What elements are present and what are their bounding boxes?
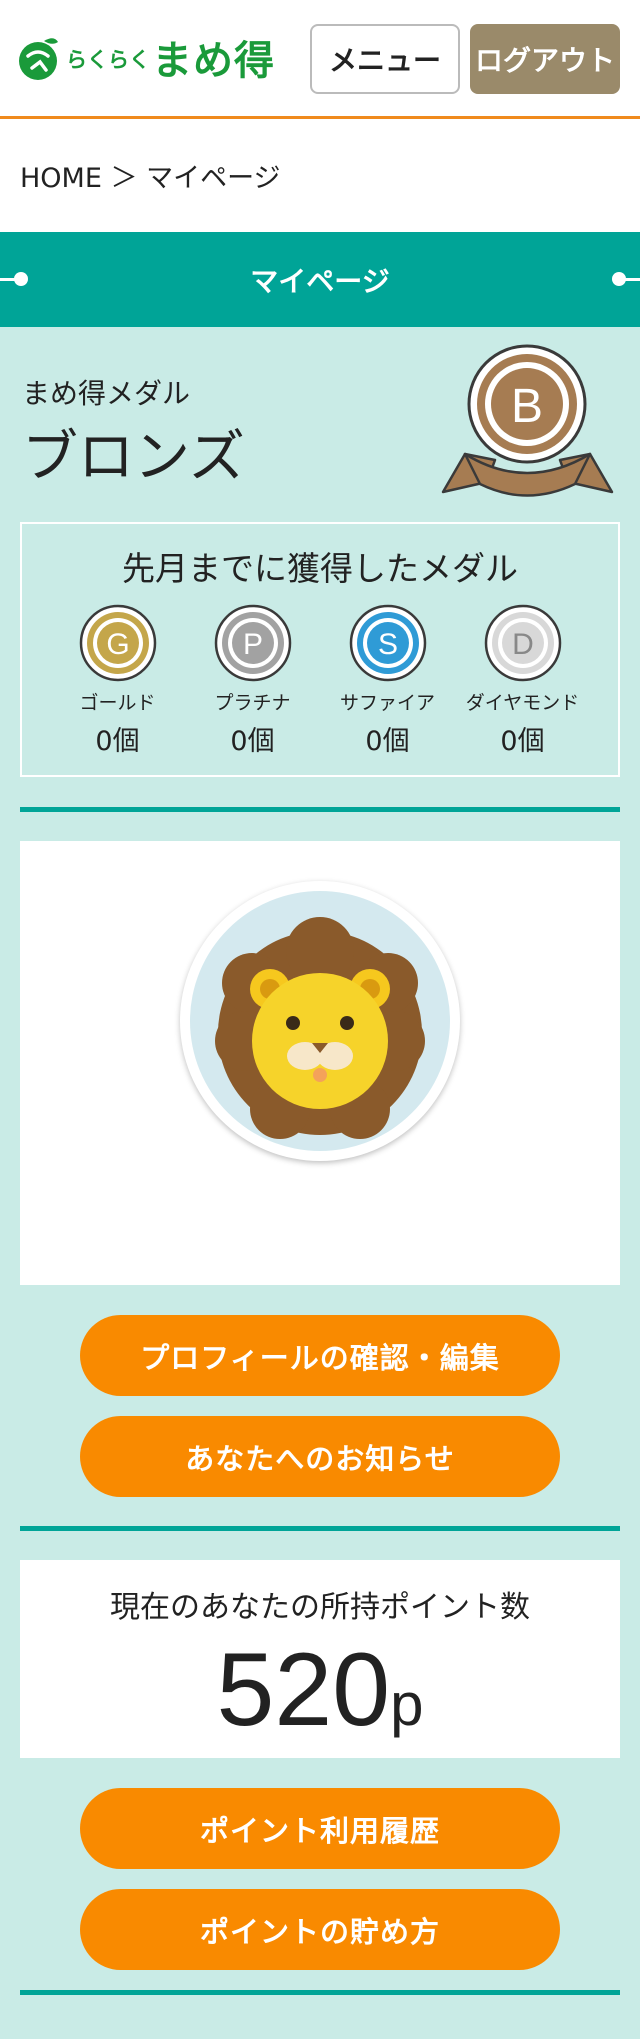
section-divider: [20, 1990, 620, 1995]
medal-history-item: G ゴールド 0個: [58, 604, 178, 758]
medal-letter: P: [242, 628, 262, 661]
medal-count: 0個: [500, 726, 545, 757]
bronze-medal-letter: B: [511, 380, 543, 433]
main-content: まめ得メダル ブロンズ B 先月までに獲得したメダル G ゴールド 0個 P プラチナ 0…: [0, 327, 640, 2039]
medal-history-list: G ゴールド 0個 P プラチナ 0個 S サファイア 0個 D ダイヤモンド 0個: [22, 604, 618, 758]
medal-name: ダイヤモンド: [465, 692, 580, 714]
medal-name: ゴールド: [79, 692, 156, 714]
medal-icon: S: [349, 604, 426, 682]
medal-icon: D: [484, 604, 561, 682]
notices-button[interactable]: あなたへのお知らせ: [80, 1416, 560, 1497]
avatar[interactable]: [180, 881, 460, 1161]
profile-button[interactable]: プロフィールの確認・編集: [80, 1315, 560, 1396]
points-label: 現在のあなたの所持ポイント数: [110, 1590, 530, 1625]
medal-history-box: 先月までに獲得したメダル G ゴールド 0個 P プラチナ 0個 S サファイア 0個 D ダイヤモ…: [20, 522, 620, 777]
medal-letter: D: [512, 628, 534, 661]
title-left-dot: [14, 272, 28, 286]
point-history-button[interactable]: ポイント利用履歴: [80, 1788, 560, 1869]
medal-rank: ブロンズ: [22, 425, 245, 490]
medal-name: プラチナ: [214, 692, 291, 714]
lion-icon: [215, 917, 425, 1139]
avatar-image: [190, 891, 450, 1151]
section-divider: [20, 807, 620, 812]
medal-history-title: 先月までに獲得したメダル: [122, 549, 518, 588]
medal-icon: P: [214, 604, 291, 682]
medal-history-item: D ダイヤモンド 0個: [463, 604, 583, 758]
current-medal-section: まめ得メダル ブロンズ B: [20, 327, 620, 522]
section-divider: [20, 1526, 620, 1531]
menu-button[interactable]: メニュー: [310, 24, 460, 94]
page-title: マイページ: [250, 264, 390, 298]
medal-count: 0個: [230, 726, 275, 757]
page-title-bar: マイページ: [0, 232, 640, 327]
points-number: 520: [216, 1632, 391, 1748]
logo-bean-icon: [19, 38, 58, 80]
medal-name: サファイア: [339, 692, 435, 714]
logout-button[interactable]: ログアウト: [470, 24, 620, 94]
medal-label: まめ得メダル: [22, 377, 191, 410]
site-header: らくらく まめ得 メニュー ログアウト: [0, 0, 640, 119]
logo-text-main: まめ得: [152, 38, 275, 84]
site-logo[interactable]: らくらく まめ得: [18, 28, 275, 86]
points-unit: p: [390, 1671, 424, 1738]
point-earn-button[interactable]: ポイントの貯め方: [80, 1889, 560, 1970]
logo-text-small: らくらく: [66, 48, 150, 72]
medal-icon: G: [79, 604, 156, 682]
medal-letter: G: [106, 628, 129, 661]
medal-count: 0個: [95, 726, 140, 757]
title-right-line: [624, 278, 640, 281]
medal-letter: S: [377, 628, 397, 661]
points-card: 現在のあなたの所持ポイント数 520p: [20, 1560, 620, 1758]
medal-count: 0個: [365, 726, 410, 757]
medal-history-item: S サファイア 0個: [328, 604, 448, 758]
avatar-card: [20, 841, 620, 1285]
points-value: 520p: [20, 1638, 620, 1742]
breadcrumb[interactable]: HOME ＞ マイページ: [0, 119, 640, 232]
bronze-medal-icon: B: [441, 344, 614, 497]
medal-history-item: P プラチナ 0個: [193, 604, 313, 758]
